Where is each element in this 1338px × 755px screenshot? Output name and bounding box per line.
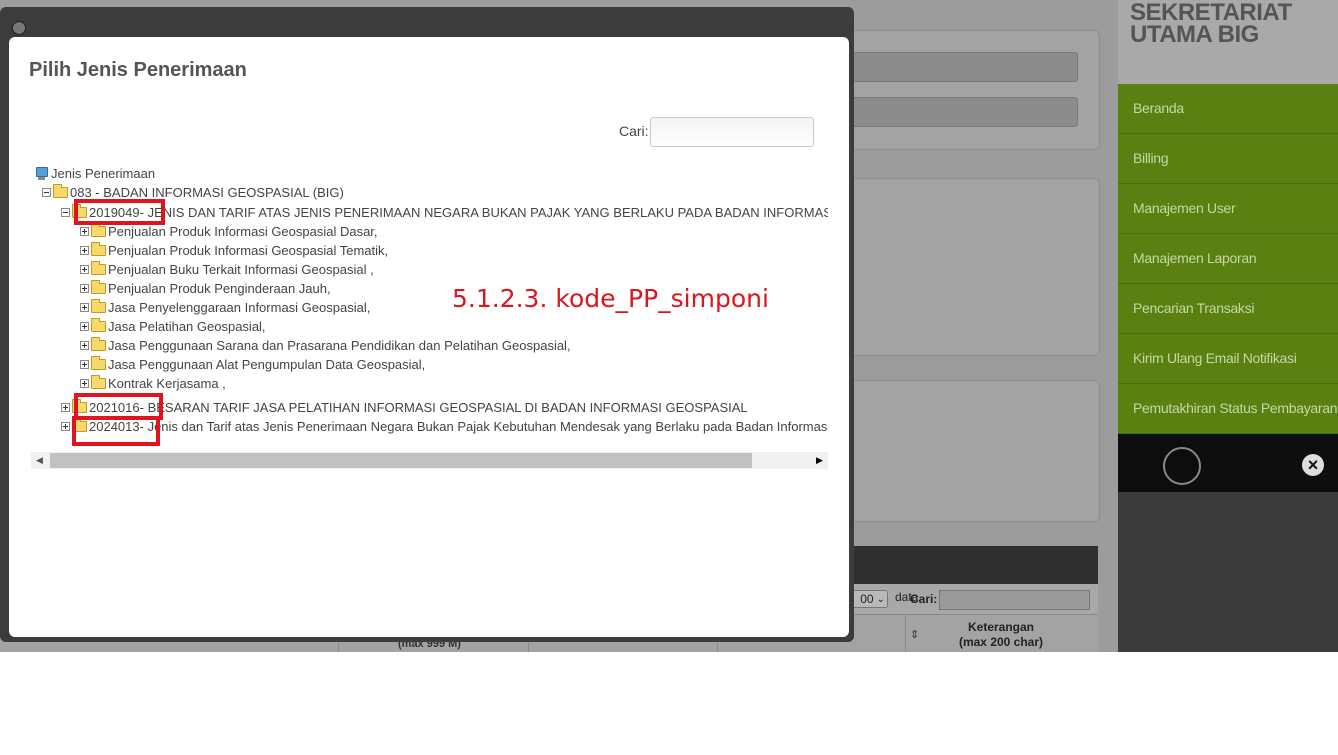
sidebar-item-billing[interactable]: Billing (1118, 134, 1338, 184)
computer-icon (35, 166, 48, 181)
folder-icon (91, 223, 106, 237)
bg-col-divider (905, 614, 906, 652)
folder-icon (91, 337, 106, 351)
annotation-label: 5.1.2.3. kode_PP_simponi (452, 284, 769, 313)
tree-leaf[interactable]: Jasa Penggunaan Sarana dan Prasarana Pen… (80, 336, 571, 355)
expand-icon[interactable] (61, 403, 70, 412)
tree-leaf[interactable]: Penjualan Produk Penginderaan Jauh, (80, 279, 331, 298)
tree-leaf[interactable]: Penjualan Produk Informasi Geospasial Te… (80, 241, 388, 260)
expand-icon[interactable] (80, 379, 89, 388)
folder-icon (91, 318, 106, 332)
sidebar-item-manajemen-user[interactable]: Manajemen User (1118, 184, 1338, 234)
expand-icon[interactable] (80, 303, 89, 312)
sidebar-dark-area (1118, 492, 1338, 652)
tree-leaf[interactable]: Jasa Penggunaan Alat Pengumpulan Data Ge… (80, 355, 425, 374)
folder-icon (53, 184, 68, 198)
close-icon[interactable]: × (1302, 454, 1324, 476)
scroll-right-icon[interactable]: ▶ (811, 452, 828, 469)
tree-leaf[interactable]: Jasa Penyelenggaraan Informasi Geospasia… (80, 298, 370, 317)
tree-leaf-label: Jasa Pelatihan Geospasial, (108, 319, 266, 334)
sidebar-item-kirim-ulang-email[interactable]: Kirim Ulang Email Notifikasi (1118, 334, 1338, 384)
tree-leaf-label: Jasa Penggunaan Sarana dan Prasarana Pen… (108, 338, 571, 353)
highlight-box-pp-code (74, 199, 165, 225)
bg-search-label: Cari: (910, 592, 938, 606)
bg-length-value: 00 (860, 592, 874, 606)
sort-icon: ⇕ (910, 629, 920, 641)
tree-root[interactable]: Jenis Penerimaan (35, 164, 155, 183)
highlight-box-pp-code (72, 416, 160, 446)
expand-icon[interactable] (80, 341, 89, 350)
tree-leaf-label: Penjualan Produk Penginderaan Jauh, (108, 281, 331, 296)
chevron-down-icon: ⌄ (876, 593, 885, 605)
folder-icon (91, 299, 106, 313)
tree-root-label: Jenis Penerimaan (51, 166, 156, 181)
expand-icon[interactable] (80, 227, 89, 236)
modal-title: Pilih Jenis Penerimaan (29, 59, 247, 81)
sidebar-item-manajemen-laporan[interactable]: Manajemen Laporan (1118, 234, 1338, 284)
expand-icon[interactable] (61, 422, 70, 431)
brand-title: SEKRETARIAT UTAMA BIG (1130, 0, 1292, 48)
search-label: Cari: (619, 123, 649, 139)
pp-label: - JENIS DAN TARIF ATAS JENIS PENERIMAAN … (139, 205, 828, 220)
headset-icon[interactable] (1163, 447, 1201, 485)
modal-dialog: Pilih Jenis Penerimaan Cari: Jenis Pener… (9, 37, 849, 637)
expand-icon[interactable] (80, 322, 89, 331)
search-input[interactable] (650, 117, 814, 147)
expand-icon[interactable] (80, 284, 89, 293)
sidebar-brand: SEKRETARIAT UTAMA BIG (1118, 0, 1338, 84)
bg-col-header-keterangan: Keterangan (max 200 char) (958, 620, 1044, 649)
collapse-icon[interactable] (42, 188, 51, 197)
horizontal-scrollbar[interactable]: ◀ ▶ (31, 452, 828, 469)
expand-icon[interactable] (80, 360, 89, 369)
bg-search-input (939, 590, 1090, 610)
scroll-left-icon[interactable]: ◀ (31, 452, 48, 469)
tree-leaf-label: Jasa Penggunaan Alat Pengumpulan Data Ge… (108, 357, 426, 372)
collapse-icon[interactable] (61, 208, 70, 217)
pp-label: - Jenis dan Tarif atas Jenis Penerimaan … (139, 419, 828, 434)
tree-leaf-label: Jasa Penyelenggaraan Informasi Geospasia… (108, 300, 371, 315)
tree-leaf-label: Penjualan Produk Informasi Geospasial Te… (108, 243, 389, 258)
folder-icon (91, 280, 106, 294)
tree-leaf-label: Penjualan Buku Terkait Informasi Geospas… (108, 262, 374, 277)
folder-icon (91, 356, 106, 370)
folder-icon (91, 261, 106, 275)
tree-leaf-label: Kontrak Kerjasama , (108, 376, 226, 391)
tree-node-pp-2019049[interactable]: 2019049 - JENIS DAN TARIF ATAS JENIS PEN… (61, 203, 828, 222)
scrollbar-thumb[interactable] (50, 453, 752, 468)
expand-icon[interactable] (80, 246, 89, 255)
sidebar-item-beranda[interactable]: Beranda (1118, 84, 1338, 134)
tree-leaf[interactable]: Penjualan Buku Terkait Informasi Geospas… (80, 260, 374, 279)
tree-node-pp-2021016[interactable]: 2021016 - BESARAN TARIF JASA PELATIHAN I… (61, 398, 748, 417)
sidebar-menu: Beranda Billing Manajemen User Manajemen… (1118, 84, 1338, 434)
tree-leaf[interactable]: Kontrak Kerjasama , (80, 374, 226, 393)
expand-icon[interactable] (80, 265, 89, 274)
pp-label: - BESARAN TARIF JASA PELATIHAN INFORMASI… (139, 400, 748, 415)
sidebar-item-pencarian-transaksi[interactable]: Pencarian Transaksi (1118, 284, 1338, 334)
sidebar-item-pemutakhiran-status[interactable]: Pemutakhiran Status Pembayaran (1118, 384, 1338, 434)
tree-node-pp-2024013[interactable]: 2024013 - Jenis dan Tarif atas Jenis Pen… (61, 417, 828, 436)
folder-icon (91, 375, 106, 389)
jenis-penerimaan-tree: Jenis Penerimaan 083 - BADAN INFORMASI G… (31, 163, 828, 467)
window-dot-icon (12, 21, 26, 35)
folder-icon (91, 242, 106, 256)
tree-leaf[interactable]: Jasa Pelatihan Geospasial, (80, 317, 266, 336)
